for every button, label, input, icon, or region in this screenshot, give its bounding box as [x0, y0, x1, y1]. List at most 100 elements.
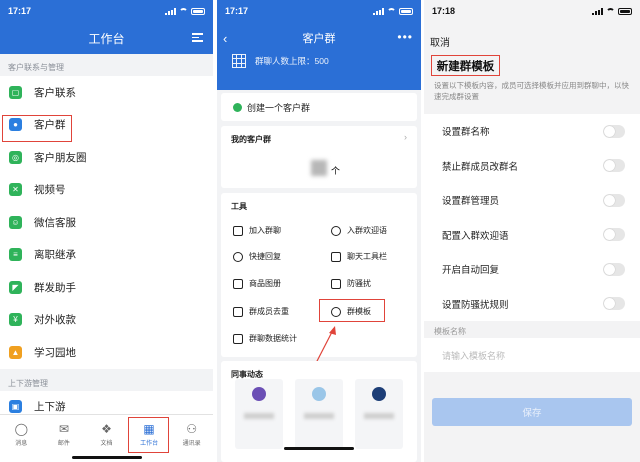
menu-item-label: 群发助手 — [34, 281, 76, 294]
quick-reply-icon — [233, 251, 243, 262]
tool-join-group[interactable]: 加入群聊 — [233, 225, 281, 236]
setting-label: 设置群名称 — [442, 127, 490, 139]
tool-label: 群聊数据统计 — [249, 334, 297, 343]
add-person-icon — [233, 102, 242, 112]
tools-title: 工具 — [231, 202, 247, 211]
menu-item-broadcast[interactable]: ◤ 群发助手 — [0, 271, 213, 304]
menu-item-video-channel[interactable]: ✕ 视频号 — [0, 174, 213, 207]
home-indicator — [71, 456, 142, 459]
highlight-box — [319, 299, 385, 322]
menu-item-label: 离职继承 — [34, 249, 76, 262]
my-groups-title: 我的客户群 — [231, 135, 271, 144]
battery-icon — [399, 7, 413, 15]
chat-icon: ◯ — [14, 422, 29, 436]
join-group-icon — [233, 225, 243, 236]
feed-item[interactable] — [295, 379, 343, 449]
tab-messages[interactable]: ◯ 消息 — [0, 415, 43, 462]
tab-contacts[interactable]: ⚇ 通讯录 — [170, 415, 213, 462]
status-time: 17:17 — [225, 6, 249, 16]
tab-docs[interactable]: ❖ 文档 — [85, 415, 128, 462]
setting-label: 禁止群成员改群名 — [442, 161, 519, 173]
tool-welcome-message[interactable]: 入群欢迎语 — [331, 225, 387, 236]
setting-anti-harassment: 设置防骚扰规则 — [424, 287, 640, 322]
tool-label: 群成员去重 — [249, 307, 289, 316]
highlight-box — [128, 417, 169, 453]
tool-label: 聊天工具栏 — [347, 252, 387, 261]
menu-item-customer-moments[interactable]: ◎ 客户朋友圈 — [0, 141, 213, 174]
menu-item-label: 视频号 — [34, 184, 66, 197]
new-template-screen: 17:18 取消 新建群模板 设置以下模板内容，成员可选择模板并应用到群聊中，以… — [424, 0, 640, 462]
back-icon[interactable]: ‹ — [223, 31, 227, 46]
menu-item-wechat-service[interactable]: ☺ 微信客服 — [0, 206, 213, 239]
handover-icon: ≡ — [9, 248, 22, 262]
menu-item-learning[interactable]: ▲ 学习园地 — [0, 336, 213, 369]
wifi-icon — [387, 8, 396, 14]
workbench-screen: 17:17 工作台 客户联系与管理 ▢ 客户联系 ● 客户群 ◎ 客户朋友圈 ✕ — [0, 0, 213, 462]
tab-mail[interactable]: ✉ 邮件 — [43, 415, 86, 462]
group-header: 17:17 ‹ 客户群 ••• 群聊人数上限：500 — [217, 0, 421, 90]
service-icon: ☺ — [9, 215, 22, 229]
template-name-label: 模板名称 — [434, 327, 466, 336]
menu-item-handover[interactable]: ≡ 离职继承 — [0, 239, 213, 272]
setting-label: 设置防骚扰规则 — [442, 299, 509, 311]
template-description: 设置以下模板内容，成员可选择模板并应用到群聊中，以快速完成群设置 — [434, 81, 629, 101]
feed-item[interactable] — [235, 379, 283, 449]
template-name-input[interactable]: 请输入模板名称 — [424, 338, 640, 372]
tool-quick-reply[interactable]: 快捷回复 — [233, 251, 281, 262]
save-button[interactable]: 保存 — [432, 398, 632, 426]
setting-forbid-rename: 禁止群成员改群名 — [424, 149, 640, 184]
menu-item-label: 客户联系 — [34, 86, 76, 99]
setting-group-name: 设置群名称 — [424, 114, 640, 149]
status-icons — [373, 7, 413, 15]
group-admin-toggle[interactable] — [603, 193, 625, 207]
menu-item-label: 客户朋友圈 — [34, 151, 87, 164]
settings-filter-icon[interactable] — [192, 33, 203, 42]
group-limit-row: 群聊人数上限：500 — [217, 54, 421, 68]
tab-label: 邮件 — [57, 441, 70, 447]
wifi-icon — [606, 8, 615, 14]
welcome-icon — [331, 225, 341, 236]
tool-anti-harassment[interactable]: 防骚扰 — [331, 278, 371, 289]
tool-chat-toolbar[interactable]: 聊天工具栏 — [331, 251, 387, 262]
chevron-right-icon: › — [404, 132, 407, 142]
more-icon[interactable]: ••• — [397, 30, 413, 44]
setting-label: 配置入群欢迎语 — [442, 230, 509, 242]
cancel-button[interactable]: 取消 — [424, 22, 640, 54]
highlight-box — [2, 115, 72, 142]
menu-item-customer-contact[interactable]: ▢ 客户联系 — [0, 76, 213, 109]
grid-icon — [232, 54, 246, 68]
tool-label: 加入群聊 — [249, 226, 281, 235]
create-group-button[interactable]: 创建一个客户群 — [221, 93, 417, 121]
anti-harassment-toggle[interactable] — [603, 297, 625, 311]
forbid-rename-toggle[interactable] — [603, 159, 625, 173]
tool-label: 快捷回复 — [249, 252, 281, 261]
template-settings-list: 设置群名称 禁止群成员改群名 设置群管理员 配置入群欢迎语 开启自动回复 设置防… — [424, 114, 640, 321]
signal-icon — [373, 7, 384, 15]
auto-reply-toggle[interactable] — [603, 262, 625, 276]
payment-icon: ¥ — [9, 313, 22, 327]
nav-bar: ‹ 客户群 ••• — [217, 22, 421, 54]
welcome-message-toggle[interactable] — [603, 228, 625, 242]
page-title: 工作台 — [88, 31, 125, 46]
tool-group-statistics[interactable]: 群聊数据统计 — [233, 333, 297, 344]
feed-item[interactable] — [355, 379, 403, 449]
status-bar: 17:18 — [424, 0, 640, 22]
dedupe-icon — [233, 306, 243, 317]
battery-icon — [618, 7, 632, 15]
graduation-icon: ▲ — [9, 345, 22, 359]
menu-item-payment[interactable]: ¥ 对外收款 — [0, 304, 213, 337]
upstream-icon: ▣ — [9, 400, 22, 414]
tools-card: 工具 加入群聊 入群欢迎语 快捷回复 聊天工具栏 商品图册 防骚扰 群成员去重 — [221, 193, 417, 357]
signal-icon — [592, 7, 603, 15]
tool-product-album[interactable]: 商品图册 — [233, 278, 281, 289]
setting-label: 设置群管理员 — [442, 196, 500, 208]
group-name-toggle[interactable] — [603, 124, 625, 138]
mail-icon: ✉ — [58, 422, 69, 436]
tool-label: 入群欢迎语 — [347, 226, 387, 235]
group-limit-text: 群聊人数上限：500 — [255, 56, 329, 66]
shield-icon — [331, 278, 341, 289]
tool-dedupe-members[interactable]: 群成员去重 — [233, 306, 289, 317]
tab-bar: ◯ 消息 ✉ 邮件 ❖ 文档 ▦ 工作台 ⚇ 通讯录 — [0, 414, 213, 462]
section-label: 上下游管理 — [8, 378, 48, 388]
my-groups-card[interactable]: 我的客户群 › 个 — [221, 126, 417, 188]
